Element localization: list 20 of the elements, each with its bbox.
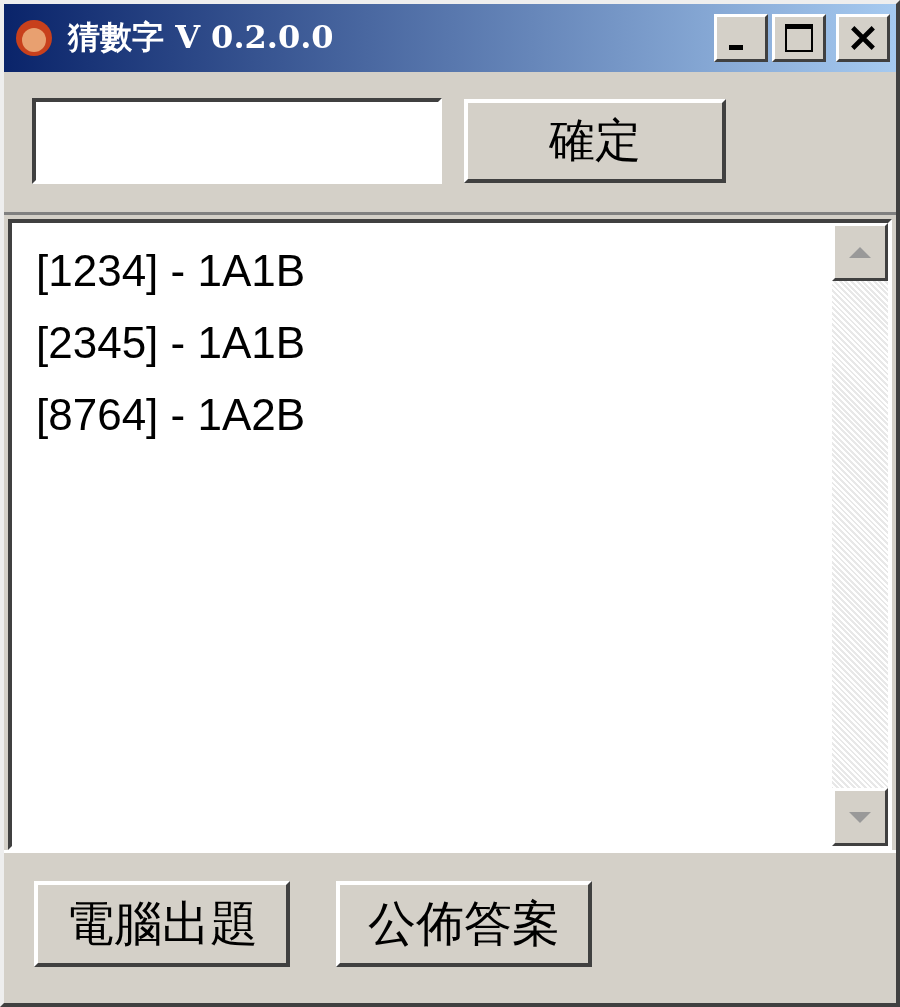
action-button[interactable]: 電腦出題 (34, 881, 290, 967)
close-button[interactable] (836, 14, 890, 62)
guess-input-field[interactable] (32, 98, 442, 184)
down-arrow-icon (849, 811, 871, 823)
close-icon (849, 24, 877, 52)
history-item[interactable]: [8764] - 1A2B (36, 379, 808, 451)
scrollbar[interactable] (832, 223, 888, 846)
minimize-button[interactable] (714, 14, 768, 62)
window-title: 猜數字 V 0.2.0.0 (68, 17, 335, 58)
minimize-icon (729, 44, 743, 50)
scroll-up-button[interactable] (832, 223, 888, 281)
maximize-button[interactable] (772, 14, 826, 62)
history-item[interactable]: [2345] - 1A1B (36, 307, 808, 379)
scroll-down-button[interactable] (832, 788, 888, 846)
history-item[interactable]: [1234] - 1A1B (36, 235, 808, 307)
maximize-icon (784, 23, 814, 53)
action-button[interactable]: 公佈答案 (336, 881, 592, 967)
app-icon (14, 18, 54, 58)
up-arrow-icon (849, 246, 871, 258)
confirm-button[interactable]: 確定 (464, 99, 726, 183)
